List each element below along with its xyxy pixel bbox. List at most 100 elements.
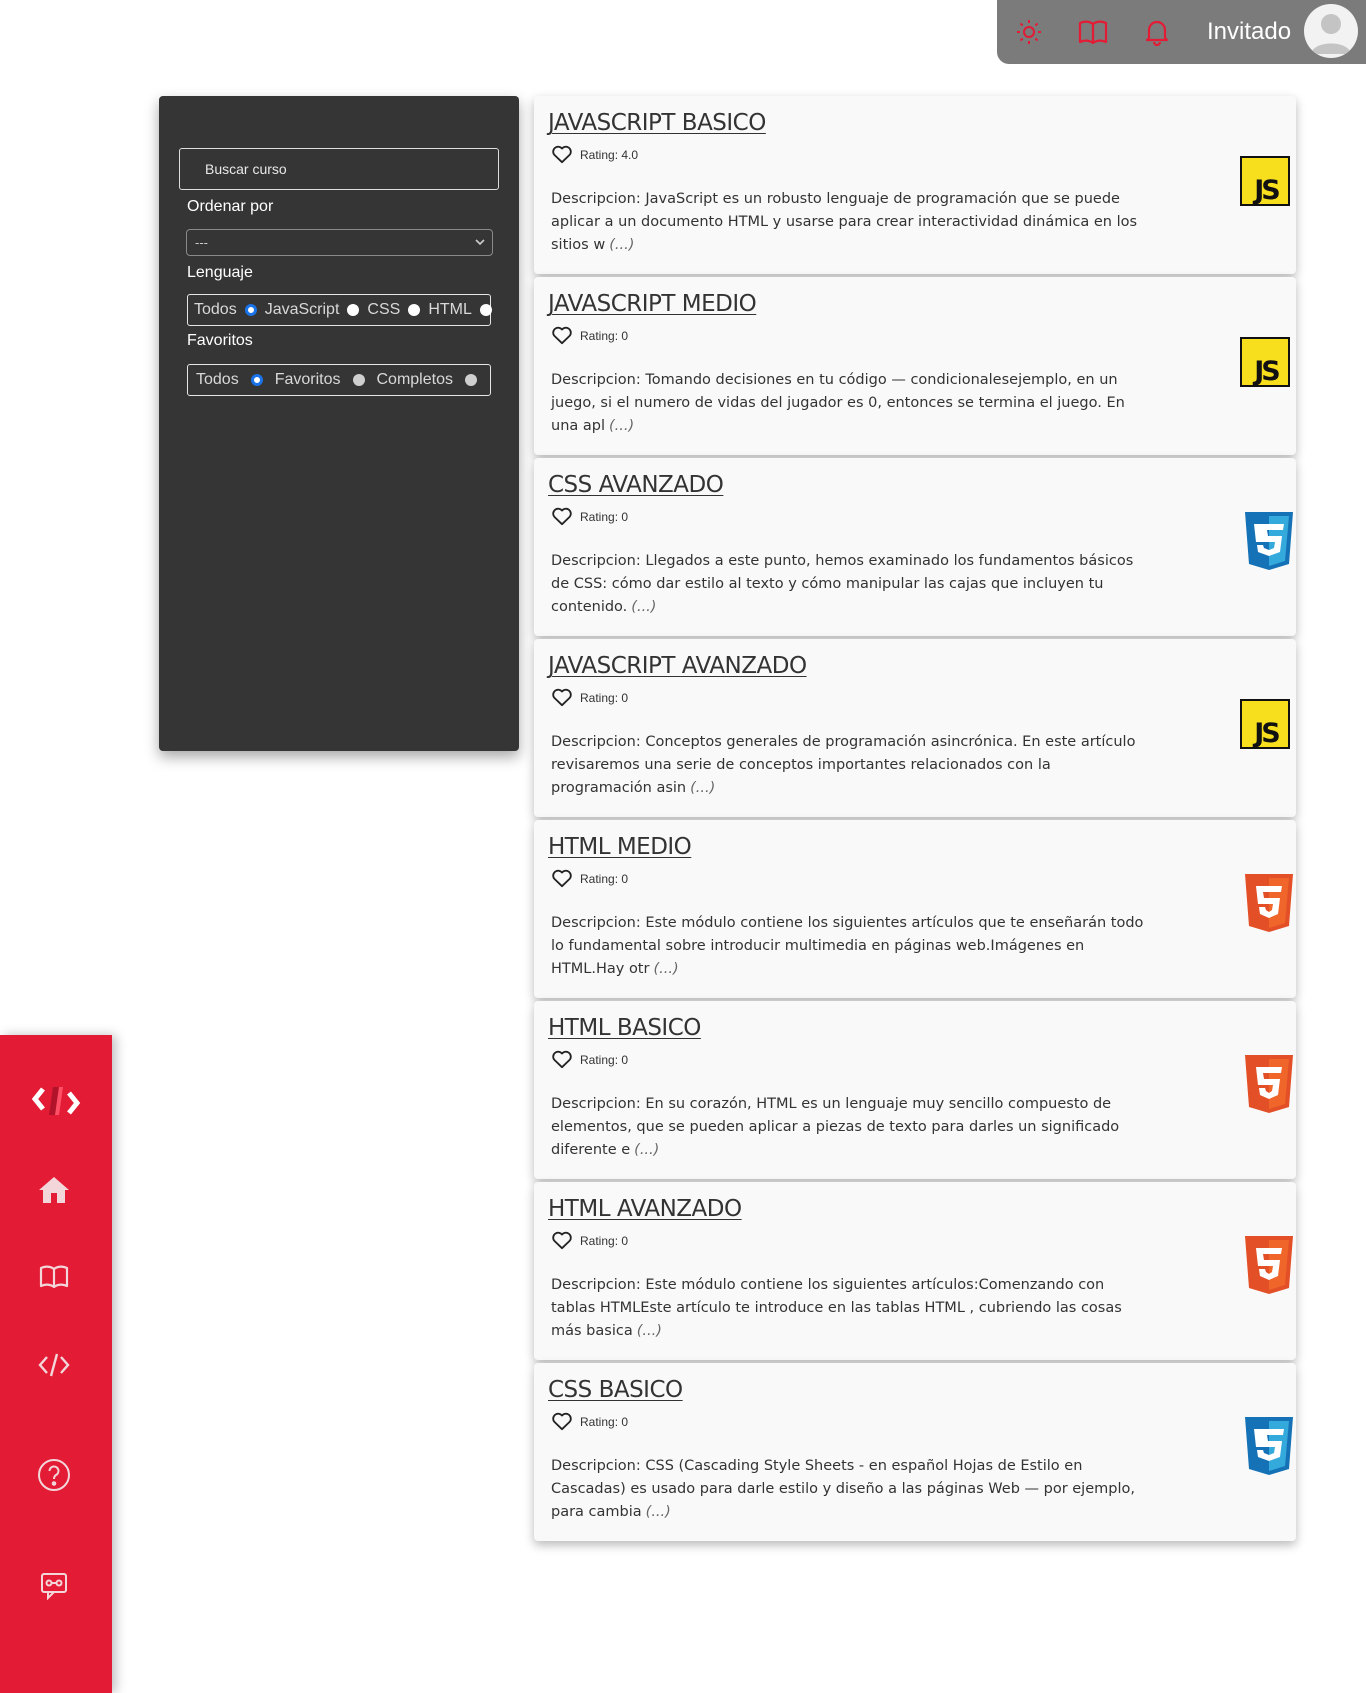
sun-icon[interactable] [1013, 16, 1045, 48]
favorites-radio-group: Todos Favoritos Completos [187, 364, 491, 396]
course-card: HTML BASICO Rating: 0 Descripcion: En su… [534, 1001, 1296, 1179]
language-radio-group: Todos JavaScript CSS HTML [187, 294, 492, 326]
read-more[interactable]: (...) [609, 418, 634, 434]
read-more[interactable]: (...) [653, 961, 678, 977]
course-rating: Rating: 0 [580, 329, 629, 343]
course-description: Descripcion: Este módulo contiene los si… [551, 1274, 1151, 1343]
course-rating: Rating: 0 [580, 1415, 629, 1429]
book-icon[interactable] [36, 1259, 72, 1295]
course-title-link[interactable]: CSS AVANZADO [548, 472, 724, 498]
logo-icon[interactable] [30, 1083, 82, 1119]
radio-label: CSS [367, 301, 401, 318]
radio-language-javascript[interactable]: JavaScript [265, 301, 368, 319]
course-description: Descripcion: CSS (Cascading Style Sheets… [551, 1455, 1151, 1524]
radio-button[interactable] [479, 304, 492, 316]
course-title-link[interactable]: JAVASCRIPT AVANZADO [548, 653, 807, 679]
read-more[interactable]: (...) [646, 1504, 671, 1520]
course-description-text: Descripcion: Conceptos generales de prog… [551, 734, 1136, 796]
search-input[interactable] [179, 148, 499, 190]
read-more[interactable]: (...) [690, 780, 715, 796]
javascript-logo-icon: JS [1240, 156, 1290, 210]
read-more[interactable]: (...) [609, 237, 634, 253]
course-rating: Rating: 0 [580, 510, 629, 524]
heart-icon[interactable] [551, 1049, 573, 1069]
course-card: JAVASCRIPT AVANZADO Rating: 0 Descripcio… [534, 639, 1296, 817]
book-icon[interactable] [1077, 16, 1109, 48]
radio-button[interactable] [250, 374, 263, 386]
radio-label: JavaScript [264, 301, 340, 318]
heart-icon[interactable] [551, 325, 573, 345]
radio-language-css[interactable]: CSS [367, 301, 428, 319]
radio-label: Favoritos [274, 371, 341, 388]
sort-value: --- [195, 235, 208, 250]
read-more[interactable]: (...) [631, 599, 656, 615]
javascript-logo-icon: JS [1240, 337, 1290, 391]
course-description: Descripcion: Este módulo contiene los si… [551, 912, 1151, 981]
css3-logo-icon [1242, 510, 1296, 576]
heart-icon[interactable] [551, 1230, 573, 1250]
html5-logo-icon [1242, 1053, 1296, 1119]
bell-icon[interactable] [1141, 16, 1173, 48]
course-description-text: Descripcion: Este módulo contiene los si… [551, 915, 1144, 977]
side-nav [0, 1035, 112, 1693]
sort-label: Ordenar por [187, 198, 274, 215]
radio-favorites-all[interactable]: Todos [196, 371, 275, 389]
sort-select[interactable]: --- [186, 229, 493, 256]
radio-label: Todos [194, 301, 237, 318]
css3-logo-icon [1242, 1415, 1296, 1481]
course-card: CSS BASICO Rating: 0 Descripcion: CSS (C… [534, 1363, 1296, 1541]
radio-button[interactable] [244, 304, 257, 316]
course-description-text: Descripcion: CSS (Cascading Style Sheets… [551, 1458, 1135, 1520]
language-label: Lenguaje [187, 264, 253, 281]
course-description-text: Descripcion: Tomando decisiones en tu có… [551, 372, 1125, 434]
code-icon[interactable] [36, 1347, 72, 1383]
avatar[interactable] [1304, 4, 1358, 58]
filter-panel: Ordenar por --- Lenguaje Todos JavaScrip… [159, 96, 519, 751]
read-more[interactable]: (...) [634, 1142, 659, 1158]
radio-favorites-favorites[interactable]: Favoritos [275, 371, 377, 389]
course-card: HTML AVANZADO Rating: 0 Descripcion: Est… [534, 1182, 1296, 1360]
home-icon[interactable] [36, 1172, 72, 1208]
heart-icon[interactable] [551, 687, 573, 707]
svg-text:JS: JS [1252, 356, 1279, 387]
javascript-logo-icon: JS [1240, 699, 1290, 753]
heart-icon[interactable] [551, 144, 573, 164]
course-title-link[interactable]: HTML BASICO [548, 1015, 701, 1041]
radio-button[interactable] [352, 374, 365, 386]
radio-label: HTML [428, 301, 472, 318]
course-rating: Rating: 0 [580, 1234, 629, 1248]
html5-logo-icon [1242, 1234, 1296, 1300]
course-card: JAVASCRIPT MEDIO Rating: 0 Descripcion: … [534, 277, 1296, 455]
svg-text:JS: JS [1252, 718, 1279, 749]
user-name[interactable]: Invitado [1207, 18, 1291, 46]
radio-button[interactable] [464, 374, 477, 386]
radio-label: Todos [196, 371, 239, 388]
radio-favorites-completed[interactable]: Completos [377, 371, 489, 389]
course-title-link[interactable]: HTML AVANZADO [548, 1196, 742, 1222]
heart-icon[interactable] [551, 868, 573, 888]
course-title-link[interactable]: CSS BASICO [548, 1377, 683, 1403]
radio-label: Completos [376, 371, 453, 388]
course-card: JAVASCRIPT BASICO Rating: 4.0 Descripcio… [534, 96, 1296, 274]
read-more[interactable]: (...) [637, 1323, 662, 1339]
course-rating: Rating: 0 [580, 691, 629, 705]
html5-logo-icon [1242, 872, 1296, 938]
course-card: CSS AVANZADO Rating: 0 Descripcion: Lleg… [534, 458, 1296, 636]
user-topbar: Invitado [997, 0, 1366, 64]
course-title-link[interactable]: HTML MEDIO [548, 834, 692, 860]
radio-button[interactable] [347, 304, 360, 316]
radio-language-html[interactable]: HTML [428, 301, 500, 319]
course-title-link[interactable]: JAVASCRIPT BASICO [548, 110, 766, 136]
course-rating: Rating: 4.0 [580, 148, 639, 162]
chat-icon[interactable] [36, 1567, 72, 1603]
help-icon[interactable] [36, 1457, 72, 1493]
heart-icon[interactable] [551, 506, 573, 526]
course-title-link[interactable]: JAVASCRIPT MEDIO [548, 291, 757, 317]
radio-language-all[interactable]: Todos [194, 301, 265, 319]
course-description: Descripcion: Llegados a este punto, hemo… [551, 550, 1151, 619]
course-description: Descripcion: Conceptos generales de prog… [551, 731, 1151, 800]
course-description-text: Descripcion: JavaScript es un robusto le… [551, 191, 1138, 253]
radio-button[interactable] [408, 304, 421, 316]
heart-icon[interactable] [551, 1411, 573, 1431]
favorites-label: Favoritos [187, 332, 253, 349]
